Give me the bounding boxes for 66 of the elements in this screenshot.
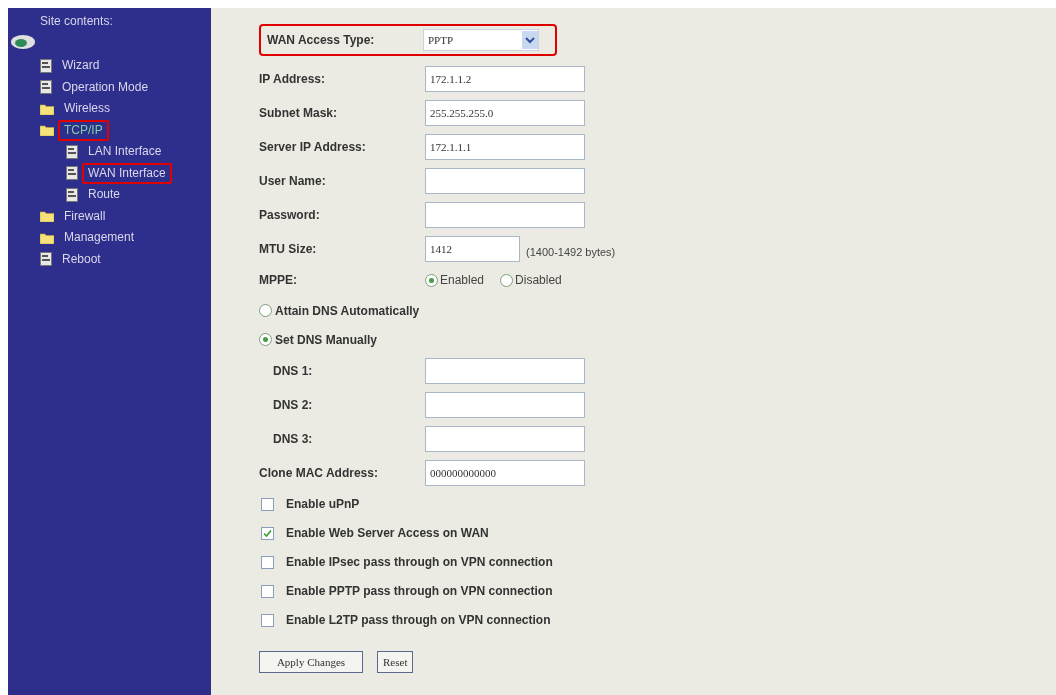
checkbox-label: Enable L2TP pass through on VPN connection bbox=[286, 612, 551, 629]
sidebar-item[interactable]: Management bbox=[58, 227, 141, 249]
field-label: Clone MAC Address: bbox=[259, 465, 379, 482]
page-icon bbox=[66, 144, 78, 159]
page-icon bbox=[66, 187, 78, 202]
radio-button[interactable] bbox=[500, 273, 514, 287]
sidebar-item[interactable]: LAN Interface bbox=[82, 141, 168, 163]
field-label: MTU Size: bbox=[259, 241, 318, 258]
checkbox[interactable] bbox=[261, 584, 274, 598]
input-field[interactable]: 1412 bbox=[425, 236, 520, 262]
radio-button[interactable] bbox=[259, 333, 272, 346]
input-field[interactable] bbox=[425, 202, 585, 228]
radio-label: Attain DNS Automatically bbox=[275, 302, 420, 320]
radio-label: Set DNS Manually bbox=[275, 331, 378, 349]
folder-icon bbox=[40, 102, 54, 115]
checkbox[interactable] bbox=[261, 555, 274, 569]
input-field[interactable] bbox=[425, 358, 585, 384]
radio-button[interactable] bbox=[425, 273, 438, 287]
field-label: WAN Access Type: bbox=[267, 32, 376, 49]
reset-button[interactable]: Reset bbox=[377, 651, 414, 673]
sidebar-item[interactable]: WAN Interface bbox=[82, 162, 172, 184]
input-field[interactable] bbox=[425, 426, 585, 452]
folder-icon bbox=[40, 124, 54, 137]
input-field[interactable]: 255.255.255.0 bbox=[425, 100, 585, 126]
radio-button[interactable] bbox=[259, 304, 272, 317]
field-label: DNS 3: bbox=[272, 431, 314, 448]
field-label: MPPE: bbox=[259, 272, 298, 289]
folder-icon bbox=[40, 231, 54, 244]
checkbox[interactable] bbox=[261, 526, 274, 540]
radio-label: Enabled bbox=[440, 272, 485, 289]
sidebar-item[interactable]: Reboot bbox=[56, 248, 107, 270]
field-label: User Name: bbox=[259, 173, 327, 190]
page-icon bbox=[40, 80, 52, 95]
hint-text: (1400-1492 bytes) bbox=[526, 244, 616, 260]
checkbox-label: Enable Web Server Access on WAN bbox=[286, 525, 489, 542]
checkbox[interactable] bbox=[261, 497, 274, 511]
dropdown-icon bbox=[522, 31, 538, 49]
access-type-select[interactable]: PPTP bbox=[423, 29, 539, 51]
field-label: Server IP Address: bbox=[259, 139, 367, 156]
input-field[interactable]: 000000000000 bbox=[425, 460, 585, 486]
sidebar-item[interactable]: TCP/IP bbox=[58, 119, 109, 141]
apply-button[interactable]: Apply Changes bbox=[259, 651, 363, 673]
input-field[interactable]: 172.1.1.1 bbox=[425, 134, 585, 160]
folder-icon bbox=[40, 210, 54, 223]
checkbox-label: Enable uPnP bbox=[286, 496, 360, 513]
page-icon bbox=[40, 252, 52, 267]
page-icon bbox=[40, 58, 52, 73]
field-label: Password: bbox=[259, 207, 321, 224]
input-field[interactable] bbox=[425, 168, 585, 194]
sidebar-item[interactable]: Wireless bbox=[58, 98, 116, 120]
checkbox-label: Enable PPTP pass through on VPN connection bbox=[286, 583, 553, 600]
field-label: IP Address: bbox=[259, 71, 327, 88]
field-label: Subnet Mask: bbox=[259, 105, 338, 122]
field-label: DNS 2: bbox=[272, 397, 314, 414]
radio-label: Disabled bbox=[515, 272, 562, 289]
checkbox[interactable] bbox=[261, 613, 274, 627]
sidebar-item[interactable]: Firewall bbox=[58, 205, 112, 227]
checkbox-label: Enable IPsec pass through on VPN connection bbox=[286, 554, 553, 571]
field-label: DNS 1: bbox=[272, 363, 314, 380]
input-field[interactable]: 172.1.1.2 bbox=[425, 66, 585, 92]
sidebar-item[interactable]: Route bbox=[82, 184, 127, 206]
sidebar-item[interactable]: Wizard bbox=[56, 55, 106, 77]
sidebar-item[interactable]: Operation Mode bbox=[56, 76, 155, 98]
sidebar-title: Site contents: bbox=[40, 13, 113, 30]
input-field[interactable] bbox=[425, 392, 585, 418]
page-icon bbox=[66, 166, 78, 181]
